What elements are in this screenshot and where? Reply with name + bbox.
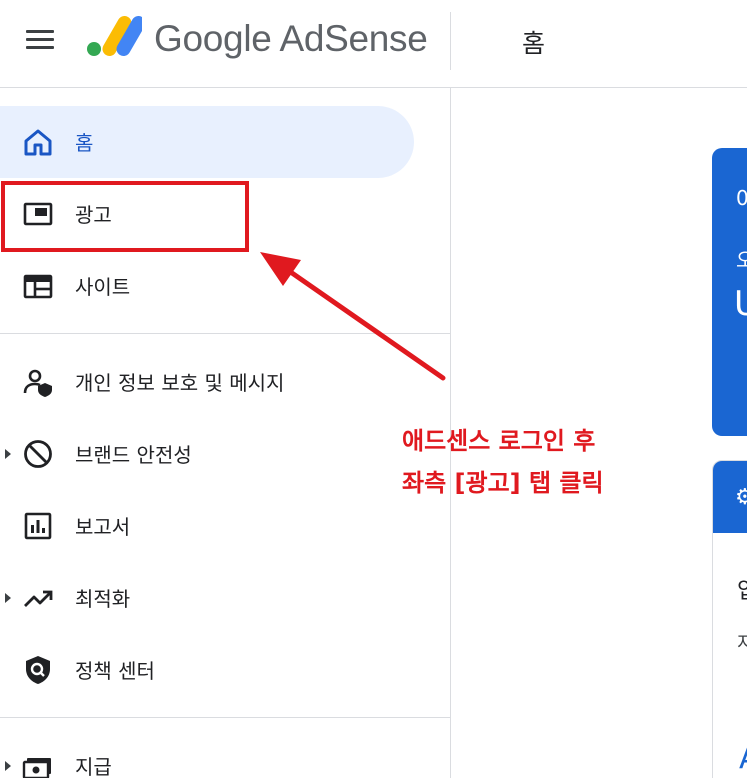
sidebar-item-label: 지급 (75, 755, 112, 778)
sidebar-divider (0, 717, 451, 718)
trending-up-icon (24, 590, 53, 607)
home-secondary-card: ⚙ 입 지 A (712, 460, 747, 778)
expand-caret-icon[interactable] (5, 593, 11, 603)
sidebar-item-payments[interactable]: 지급 (0, 730, 414, 778)
privacy-icon (23, 369, 52, 397)
header-divider (450, 12, 451, 70)
card-text: U (734, 284, 747, 324)
card-text: 입 (737, 573, 747, 605)
block-icon (24, 440, 52, 468)
card-header: ⚙ (713, 461, 747, 533)
card-text: 오 (736, 248, 747, 272)
payments-icon (22, 758, 51, 778)
card-text: 지 (737, 629, 747, 655)
card-text: 0 (736, 186, 747, 210)
page-title: 홈 (522, 29, 546, 58)
annotation-line: 애드센스 로그인 후 (402, 427, 596, 455)
top-app-bar: Google AdSense 홈 (0, 0, 747, 88)
sidebar-item-optimization[interactable]: 최적화 (0, 562, 414, 634)
sidebar-item-policy-center[interactable]: 정책 센터 (0, 634, 414, 706)
sidebar-item-label: 최적화 (75, 587, 131, 611)
sidebar-item-brand-safety[interactable]: 브랜드 안전성 (0, 418, 414, 490)
sidebar-item-label: 사이트 (75, 275, 131, 299)
sidebar-item-label: 정책 센터 (75, 659, 155, 683)
menu-icon[interactable] (22, 26, 58, 56)
sidebar-item-home[interactable]: 홈 (0, 106, 414, 178)
highlight-box (1, 181, 249, 252)
adsense-logo-icon (87, 16, 142, 56)
gear-icon: ⚙ (735, 485, 747, 510)
card-text: A (739, 741, 747, 776)
sites-icon (23, 274, 53, 299)
reports-icon (24, 512, 52, 540)
annotation-arrow-icon (260, 252, 446, 381)
annotation-text: 애드센스 로그인 후 좌측 [광고] 탭 클릭 (402, 420, 652, 504)
expand-caret-icon[interactable] (5, 449, 11, 459)
policy-shield-icon (26, 656, 50, 684)
sidebar-item-label: 보고서 (75, 515, 131, 539)
home-summary-card: 0 오 U (712, 148, 747, 436)
brand-name: Google AdSense (154, 18, 428, 59)
sidebar-item-label: 브랜드 안전성 (75, 443, 192, 467)
expand-caret-icon[interactable] (5, 761, 11, 771)
sidebar-item-label: 홈 (75, 131, 94, 155)
sidebar-item-reports[interactable]: 보고서 (0, 490, 414, 562)
home-icon (24, 129, 52, 156)
annotation-line: 좌측 [광고] 탭 클릭 (402, 469, 604, 497)
